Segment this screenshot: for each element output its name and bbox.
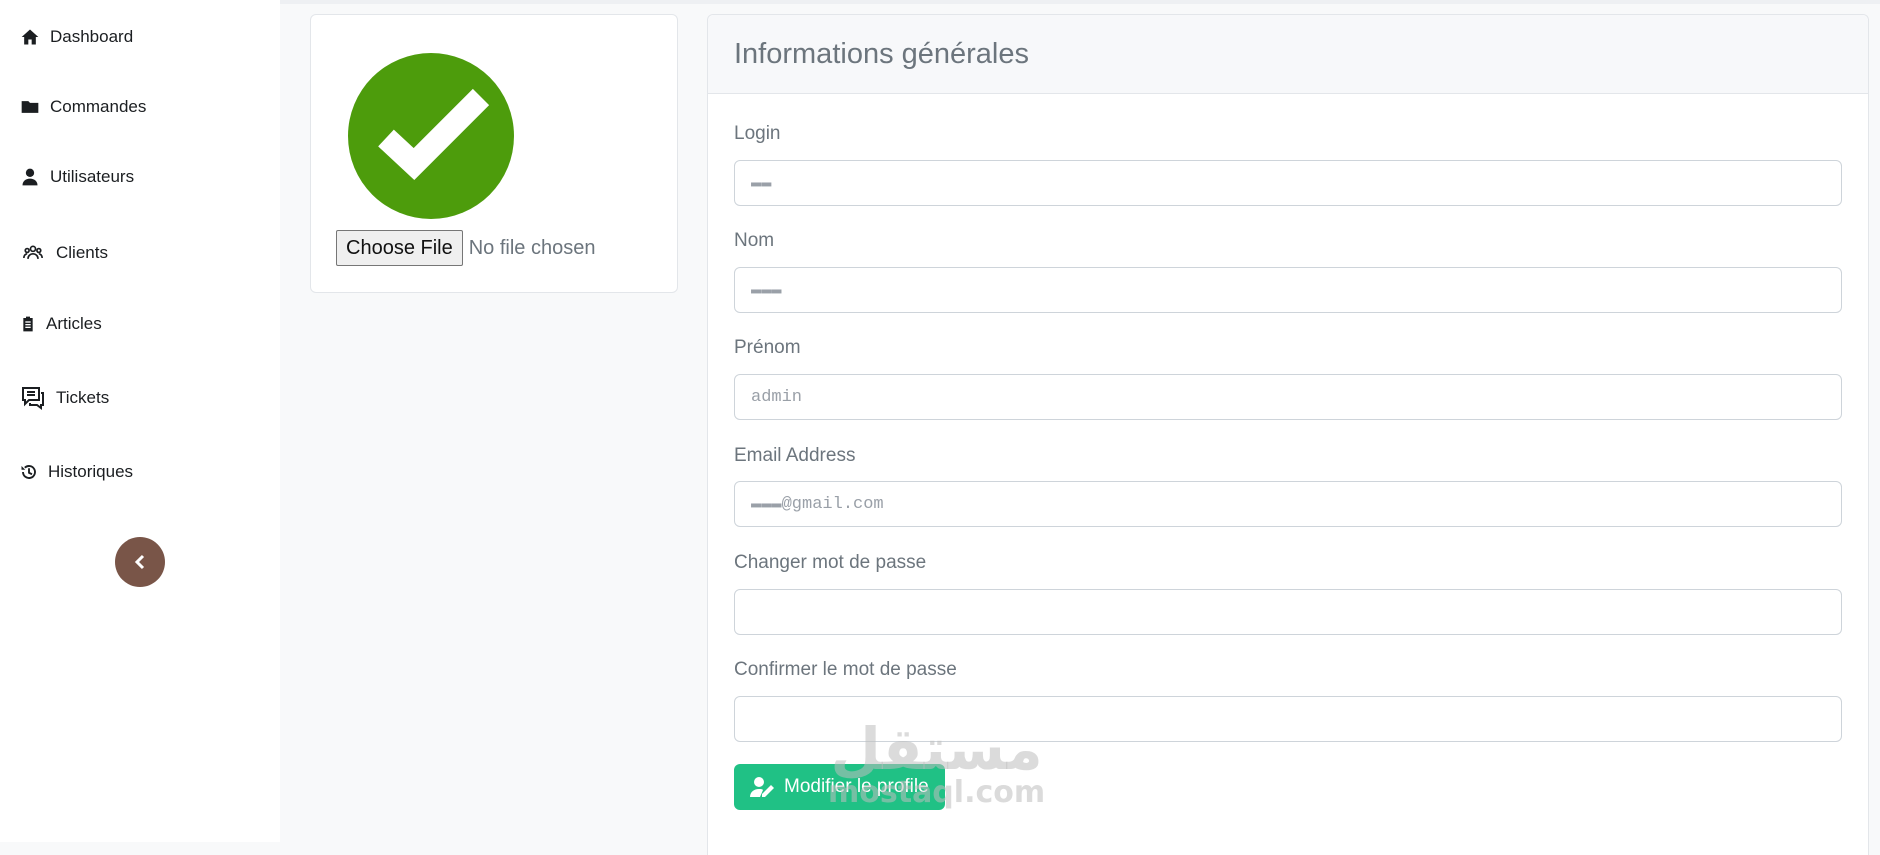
sidebar-item-label: Commandes [50, 97, 147, 116]
users-icon [23, 245, 43, 259]
page-title: Informations générales [734, 37, 1029, 70]
file-upload: Choose File No file chosen [336, 230, 595, 266]
login-input[interactable] [734, 160, 1842, 206]
sidebar-item-utilisateurs[interactable]: Utilisateurs [20, 167, 134, 187]
sidebar-collapse-button[interactable] [115, 537, 165, 587]
home-icon [21, 29, 39, 45]
sidebar-item-commandes[interactable]: Commandes [20, 97, 146, 117]
choose-file-button[interactable]: Choose File [336, 230, 463, 266]
sidebar-item-historiques[interactable]: Historiques [20, 462, 133, 482]
sidebar-item-label: Utilisateurs [50, 167, 135, 186]
general-info-card: Informations générales Login Nom Prénom … [707, 14, 1869, 855]
comments-icon [22, 387, 44, 410]
confirm-password-label: Confirmer le mot de passe [734, 659, 957, 680]
user-icon [22, 168, 38, 186]
top-bar [0, 0, 1880, 4]
file-status: No file chosen [468, 236, 596, 259]
sidebar-item-articles[interactable]: Articles [20, 314, 102, 334]
login-label: Login [734, 123, 781, 144]
sidebar-item-dashboard[interactable]: Dashboard [20, 27, 133, 47]
nom-input[interactable] [734, 267, 1842, 313]
sidebar-item-label: Dashboard [50, 27, 134, 46]
avatar-card: Choose File No file chosen [310, 14, 678, 293]
update-profile-button[interactable]: Modifier le profile [734, 764, 945, 810]
folder-icon [21, 101, 39, 113]
email-input[interactable] [734, 481, 1842, 527]
sidebar-item-label: Clients [56, 243, 108, 262]
nom-label: Nom [734, 230, 775, 251]
user-edit-icon [750, 777, 774, 797]
sidebar: Dashboard Commandes Utilisateurs Clients… [0, 0, 280, 842]
sidebar-item-label: Articles [46, 314, 102, 333]
sidebar-item-clients[interactable]: Clients [20, 243, 108, 263]
profile-image [348, 53, 514, 219]
sidebar-item-label: Tickets [56, 388, 110, 407]
update-profile-label: Modifier le profile [784, 776, 929, 797]
chevron-left-icon [134, 554, 145, 570]
prenom-label: Prénom [734, 337, 801, 358]
history-icon [21, 465, 36, 479]
email-label: Email Address [734, 445, 856, 466]
sidebar-item-tickets[interactable]: Tickets [20, 386, 109, 410]
password-input[interactable] [734, 589, 1842, 635]
sidebar-item-label: Historiques [48, 462, 134, 481]
password-label: Changer mot de passe [734, 552, 927, 573]
prenom-input[interactable] [734, 374, 1842, 420]
card-header: Informations générales [708, 15, 1868, 94]
confirm-password-input[interactable] [734, 696, 1842, 742]
clipboard-icon [23, 316, 33, 332]
check-circle-icon [378, 88, 490, 180]
